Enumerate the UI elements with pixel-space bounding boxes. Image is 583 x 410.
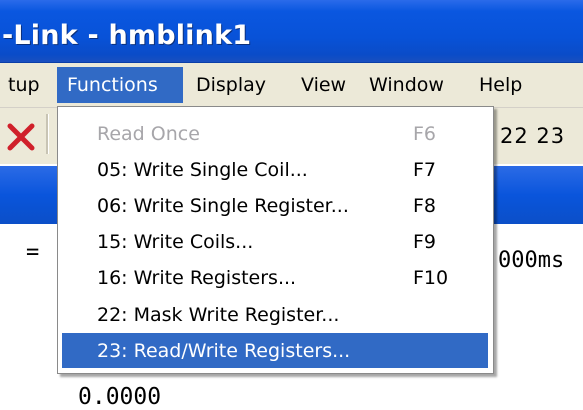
equals-sign: =: [26, 240, 40, 265]
menu-item-label: 16: Write Registers...: [97, 267, 297, 289]
menu-display[interactable]: Display: [186, 67, 276, 103]
menu-bar: tup Functions Display View Window Help: [0, 63, 583, 108]
menu-item-mask-write-register[interactable]: 22: Mask Write Register...: [62, 297, 488, 332]
menu-item-label: 23: Read/Write Registers...: [97, 340, 351, 362]
menu-setup[interactable]: tup: [0, 67, 50, 103]
menu-help[interactable]: Help: [469, 67, 532, 103]
menu-item-label: Read Once: [97, 123, 200, 145]
menu-item-shortcut: F9: [413, 231, 437, 253]
menu-item-read-write-registers[interactable]: 23: Read/Write Registers...: [62, 333, 488, 368]
menu-item-write-single-coil[interactable]: 05: Write Single Coil... F7: [62, 152, 488, 187]
window-title: -Link - hmblink1: [2, 20, 252, 51]
menu-item-write-single-register[interactable]: 06: Write Single Register... F8: [62, 188, 488, 223]
menu-item-read-once[interactable]: Read Once F6: [62, 116, 488, 151]
menu-view[interactable]: View: [291, 67, 356, 103]
timeout-value: 000ms: [498, 248, 565, 273]
menu-item-label: 05: Write Single Coil...: [97, 159, 308, 181]
menu-item-shortcut: F10: [413, 267, 449, 289]
column-numbers: 22 23: [500, 124, 566, 148]
menu-item-shortcut: F8: [413, 195, 437, 217]
menu-item-write-registers[interactable]: 16: Write Registers... F10: [62, 260, 488, 295]
menu-item-label: 15: Write Coils...: [97, 231, 254, 253]
close-icon[interactable]: [5, 121, 37, 153]
toolbar-separator: [46, 114, 49, 154]
title-bar: -Link - hmblink1: [0, 0, 583, 63]
functions-menu: Read Once F6 05: Write Single Coil... F7…: [57, 106, 494, 374]
menu-item-shortcut: F6: [413, 123, 437, 145]
menu-functions[interactable]: Functions: [57, 67, 183, 103]
register-value: 0.0000: [78, 384, 162, 410]
menu-item-label: 22: Mask Write Register...: [97, 304, 340, 326]
menu-item-label: 06: Write Single Register...: [97, 195, 349, 217]
menu-item-write-coils[interactable]: 15: Write Coils... F9: [62, 224, 488, 259]
menu-window[interactable]: Window: [359, 67, 454, 103]
menu-item-shortcut: F7: [413, 159, 437, 181]
